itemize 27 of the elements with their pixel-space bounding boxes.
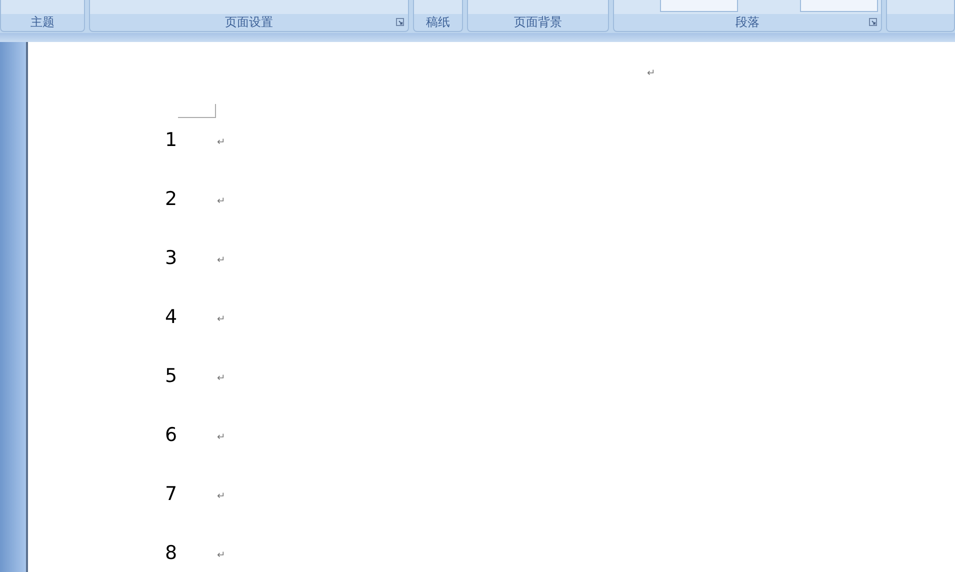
paragraph-mark: ↵ — [217, 549, 226, 563]
paragraph-mark: ↵ — [217, 195, 226, 209]
dialog-launcher-icon[interactable] — [396, 18, 404, 26]
paragraph-mark: ↵ — [217, 136, 226, 150]
line-number-text: 8 — [165, 541, 178, 565]
paragraph-mark: ↵ — [217, 431, 226, 445]
group-label: 段落 — [735, 14, 760, 30]
group-label: 主题 — [30, 14, 55, 30]
paragraph-mark: ↵ — [647, 67, 656, 81]
group-label: 稿纸 — [426, 14, 450, 30]
group-label: 页面设置 — [225, 14, 274, 30]
line-number-text: 2 — [165, 187, 178, 211]
line-number-text: 7 — [165, 482, 178, 506]
line-number-text: 4 — [165, 305, 178, 329]
line-number-text: 5 — [165, 364, 178, 388]
spin-field[interactable] — [800, 0, 878, 12]
group-label: 页面背景 — [514, 14, 562, 30]
line-number-text: 6 — [165, 423, 178, 447]
paragraph-mark: ↵ — [217, 372, 226, 386]
dialog-launcher-icon[interactable] — [868, 18, 877, 26]
paragraph-mark: ↵ — [217, 313, 226, 327]
line-number-text: 1 — [165, 128, 178, 152]
paragraph-mark: ↵ — [217, 490, 226, 504]
spin-field[interactable] — [660, 0, 738, 12]
line-number-text: 3 — [165, 246, 178, 270]
paragraph-mark: ↵ — [217, 254, 226, 268]
margin-corner-mark — [178, 104, 216, 118]
